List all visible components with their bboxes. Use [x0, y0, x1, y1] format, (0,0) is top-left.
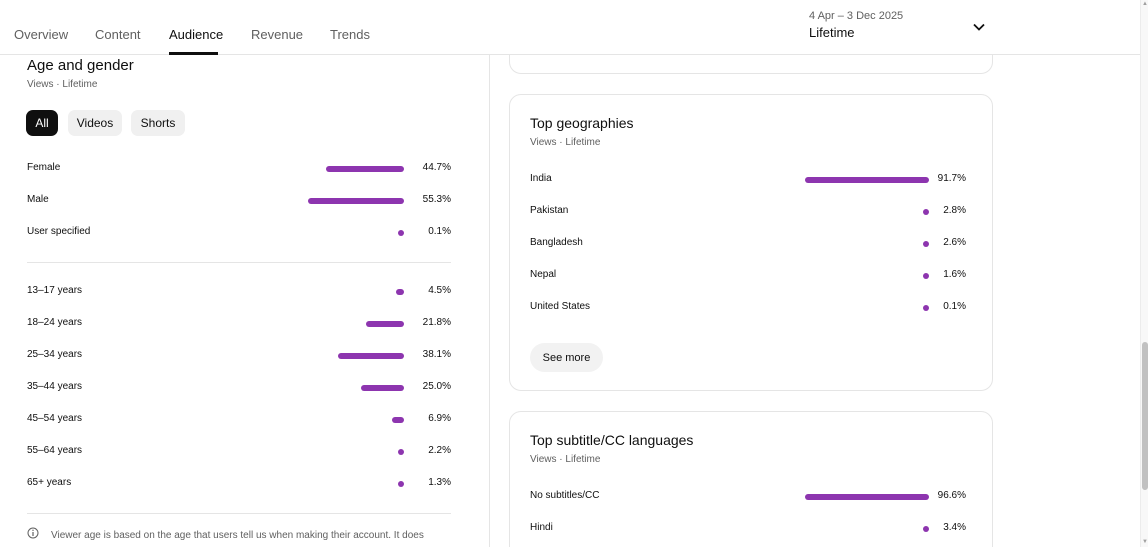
geography-row-value: 2.8% [943, 205, 966, 216]
scrollbar-thumb[interactable] [1142, 342, 1148, 490]
geography-row-value: 91.7% [937, 173, 966, 184]
geographies-subtitle: Views · Lifetime [530, 137, 601, 148]
age-row-bar [392, 417, 404, 423]
column-divider [489, 55, 490, 547]
geographies-title: Top geographies [530, 115, 634, 131]
gender-row: Female 44.7% [27, 159, 451, 179]
geography-row-bar [923, 273, 929, 279]
age-row-value: 4.5% [428, 285, 451, 296]
geography-row-bar [805, 177, 929, 183]
age-row-bar [396, 289, 404, 295]
chip-videos[interactable]: Videos [68, 110, 122, 136]
geography-row-label: Bangladesh [530, 237, 583, 248]
gender-row-label: User specified [27, 226, 91, 237]
age-row: 35–44 years 25.0% [27, 378, 451, 398]
see-more-button[interactable]: See more [530, 343, 603, 372]
age-row-value: 38.1% [422, 349, 451, 360]
geography-row: Bangladesh 2.6% [530, 234, 966, 254]
geography-row-bar [923, 209, 929, 215]
scrollbar[interactable]: ▲ ▼ [1140, 0, 1148, 547]
top-nav: Overview Content Audience Revenue Trends… [0, 0, 1140, 55]
geography-row-value: 0.1% [943, 301, 966, 312]
section-divider [27, 262, 451, 263]
top-geographies-card: Top geographies Views · Lifetime India 91… [509, 94, 993, 391]
age-row-bar [360, 385, 404, 391]
age-row-label: 35–44 years [27, 381, 83, 392]
tab-overview[interactable]: Overview [14, 27, 68, 42]
age-note: Viewer age is based on the age that user… [51, 530, 424, 541]
tab-revenue[interactable]: Revenue [251, 27, 303, 42]
geography-row: Nepal 1.6% [530, 266, 966, 286]
date-range-text: 4 Apr – 3 Dec 2025 [809, 10, 904, 22]
gender-row: Male 55.3% [27, 191, 451, 211]
subtitle-languages-subtitle: Views · Lifetime [530, 454, 601, 465]
chip-all[interactable]: All [26, 110, 58, 136]
geography-row-label: India [530, 173, 552, 184]
scroll-up-icon[interactable]: ▲ [1142, 0, 1148, 8]
age-row-label: 55–64 years [27, 445, 83, 456]
gender-row-bar [398, 230, 404, 236]
subtitle-language-row: Hindi 3.4% [530, 519, 966, 539]
age-row-label: 13–17 years [27, 285, 83, 296]
subtitle-languages-title: Top subtitle/CC languages [530, 432, 694, 448]
subtitle-language-row-label: Hindi [530, 522, 553, 533]
age-row: 25–34 years 38.1% [27, 346, 451, 366]
geography-row-label: Pakistan [530, 205, 569, 216]
subtitle-language-row-bar [923, 526, 929, 532]
section-divider [27, 513, 451, 514]
age-row-value: 21.8% [422, 317, 451, 328]
age-gender-subtitle: Views · Lifetime [27, 79, 98, 90]
subtitle-language-row-value: 3.4% [943, 522, 966, 533]
geography-row-label: United States [530, 301, 591, 312]
period-label: Lifetime [809, 25, 855, 40]
gender-row: User specified 0.1% [27, 223, 451, 243]
active-tab-indicator [169, 52, 218, 55]
gender-row-label: Male [27, 194, 49, 205]
age-row-bar [366, 321, 404, 327]
geography-row: India 91.7% [530, 170, 966, 190]
geography-row-value: 1.6% [943, 269, 966, 280]
subtitle-language-row-bar [805, 494, 929, 500]
age-row: 18–24 years 21.8% [27, 314, 451, 334]
age-gender-title: Age and gender [27, 57, 134, 74]
tab-audience[interactable]: Audience [169, 27, 223, 42]
age-row: 55–64 years 2.2% [27, 442, 451, 462]
geography-row-value: 2.6% [943, 237, 966, 248]
age-row-value: 25.0% [422, 381, 451, 392]
gender-row-value: 0.1% [428, 226, 451, 237]
gender-row-label: Female [27, 162, 61, 173]
info-icon [27, 527, 39, 539]
chip-shorts[interactable]: Shorts [131, 110, 185, 136]
chevron-down-icon[interactable] [972, 20, 986, 34]
tab-content[interactable]: Content [95, 27, 141, 42]
geography-row-bar [923, 241, 929, 247]
age-row-bar [398, 481, 404, 487]
age-row-value: 6.9% [428, 413, 451, 424]
subtitle-language-row-label: No subtitles/CC [530, 490, 600, 501]
gender-row-value: 55.3% [422, 194, 451, 205]
geography-row: Pakistan 2.8% [530, 202, 966, 222]
age-row: 13–17 years 4.5% [27, 282, 451, 302]
gender-row-value: 44.7% [422, 162, 451, 173]
gender-row-bar [326, 166, 404, 172]
geography-row-label: Nepal [530, 269, 557, 280]
age-row-value: 2.2% [428, 445, 451, 456]
age-row-label: 18–24 years [27, 317, 83, 328]
geography-row: United States 0.1% [530, 298, 966, 318]
gender-row-bar [308, 198, 404, 204]
age-row-value: 1.3% [428, 477, 451, 488]
subtitle-language-row-value: 96.6% [937, 490, 966, 501]
top-subtitle-languages-card: Top subtitle/CC languages Views · Lifeti… [509, 411, 993, 547]
age-row-label: 25–34 years [27, 349, 83, 360]
age-row-label: 65+ years [27, 477, 72, 488]
tab-trends[interactable]: Trends [330, 27, 370, 42]
age-row: 65+ years 1.3% [27, 474, 451, 494]
geography-row-bar [923, 305, 929, 311]
scroll-down-icon[interactable]: ▼ [1142, 538, 1148, 546]
age-row-label: 45–54 years [27, 413, 83, 424]
subtitle-language-row: No subtitles/CC 96.6% [530, 487, 966, 507]
age-row-bar [338, 353, 404, 359]
age-row: 45–54 years 6.9% [27, 410, 451, 430]
age-row-bar [398, 449, 404, 455]
